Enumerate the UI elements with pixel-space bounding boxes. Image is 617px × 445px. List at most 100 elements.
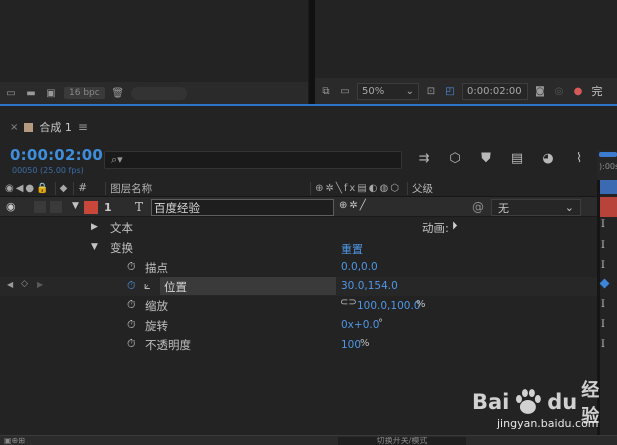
- search-icon: ⌕▾: [111, 153, 123, 166]
- project-scroll[interactable]: [130, 86, 187, 100]
- text-expand-icon[interactable]: ▶: [91, 222, 98, 232]
- watermark-brand-a: Bai: [472, 390, 510, 414]
- viewer-overflow-label[interactable]: 完: [590, 85, 604, 98]
- keyframe-nav-icon: I: [601, 319, 605, 330]
- chevron-down-icon: ⌄: [564, 201, 574, 214]
- bpc-button[interactable]: 16 bpc: [64, 87, 105, 99]
- zoom-value: 50%: [362, 85, 385, 97]
- av-switch-icons: ◉◀●🔒: [5, 182, 51, 194]
- stopwatch-active-icon[interactable]: ⏱: [127, 279, 136, 293]
- rotation-value[interactable]: 0x+0.0: [341, 319, 379, 331]
- timeline-tools: ⇉ ⬡ ⛊ ▤ ◕ ⌇: [416, 151, 587, 166]
- layer-expand-icon[interactable]: ▼: [72, 201, 79, 211]
- monitor-icon[interactable]: ▭: [338, 85, 352, 97]
- ruler-label: ):00s: [599, 162, 617, 171]
- always-preview-icon[interactable]: ⧉: [319, 85, 333, 97]
- layer-switches-icons[interactable]: ⊕✲╱: [339, 200, 368, 211]
- layer-duration-bar[interactable]: [600, 197, 617, 217]
- animate-label[interactable]: 动画:: [422, 220, 449, 236]
- draft-3d-icon[interactable]: ⬡: [447, 151, 463, 166]
- keyframe-nav-icon: I: [601, 339, 605, 350]
- stopwatch-icon[interactable]: ⏱: [127, 318, 136, 332]
- timeline-footer: [0, 435, 617, 445]
- transform-expand-icon[interactable]: ▼: [91, 242, 98, 252]
- motion-blur-icon[interactable]: ◕: [540, 151, 556, 166]
- scale-value[interactable]: 100.0,100.0: [357, 300, 420, 312]
- label-icon: ◆: [59, 182, 70, 194]
- work-area-bar[interactable]: [599, 152, 617, 157]
- column-number[interactable]: #: [78, 182, 87, 194]
- scale-unit: %: [416, 299, 426, 310]
- watermark-url: jingyan.baidu.com: [497, 417, 599, 430]
- time-indicator-track[interactable]: [600, 180, 617, 194]
- new-folder-icon[interactable]: ▬: [24, 87, 38, 99]
- viewer-timecode[interactable]: 0:00:02:00: [462, 82, 528, 100]
- chevron-down-icon: ⌄: [405, 85, 414, 97]
- transform-group-label: 变换: [110, 241, 133, 255]
- stopwatch-icon[interactable]: ⏱: [127, 260, 136, 274]
- scale-label: 缩放: [145, 299, 168, 313]
- pick-whip-icon[interactable]: @: [472, 200, 484, 214]
- keyframe-nav-icon: I: [601, 219, 605, 230]
- parent-select[interactable]: 无 ⌄: [491, 199, 581, 216]
- switches-icons: ⊕✲╲fx▤◐◍⬡: [315, 182, 401, 194]
- constrain-link-icon[interactable]: ⊂⊃: [340, 297, 357, 308]
- opacity-unit: %: [360, 338, 370, 349]
- mask-toggle-icon[interactable]: ◰: [443, 85, 457, 97]
- shy-layers-icon[interactable]: ⛊: [478, 151, 494, 166]
- prev-keyframe-icon[interactable]: ◀: [7, 280, 13, 289]
- divider: [105, 181, 107, 195]
- graph-editor-icon[interactable]: ⌇: [571, 151, 587, 166]
- graph-icon[interactable]: ⟀: [144, 279, 151, 293]
- current-time-display[interactable]: 0:00:02:00: [10, 146, 103, 164]
- anchor-value[interactable]: 0.0,0.0: [341, 261, 378, 273]
- add-keyframe-icon[interactable]: ◇: [21, 279, 28, 289]
- solo-toggle[interactable]: [50, 201, 62, 213]
- new-composition-icon[interactable]: ▣: [44, 87, 58, 99]
- parent-value: 无: [498, 201, 509, 215]
- layer-name-field[interactable]: 百度经验: [151, 199, 334, 216]
- reset-link[interactable]: 重置: [341, 241, 363, 257]
- audio-toggle[interactable]: [34, 201, 46, 213]
- panel-menu-icon[interactable]: ≡: [78, 120, 88, 134]
- layer-search-input[interactable]: ⌕▾: [104, 151, 402, 169]
- watermark-brand-b: du: [547, 390, 578, 414]
- close-icon[interactable]: ×: [10, 122, 18, 133]
- animate-play-icon[interactable]: ⏵: [452, 219, 458, 233]
- divider: [54, 181, 56, 195]
- interpret-footage-icon[interactable]: ▭: [4, 87, 18, 99]
- keyframe-nav-icon: I: [601, 260, 605, 271]
- position-label: 位置: [164, 280, 187, 294]
- column-parent[interactable]: 父级: [412, 181, 433, 196]
- keyframe-nav-icon: I: [601, 240, 605, 251]
- camera-snapshot-icon[interactable]: ◙: [533, 85, 547, 97]
- position-value[interactable]: 30.0,154.0: [341, 280, 398, 292]
- footer-icons[interactable]: ▣⊕⊞: [4, 436, 25, 445]
- show-snapshot-icon[interactable]: ◎: [552, 85, 566, 97]
- layer-label-color[interactable]: [84, 201, 98, 214]
- opacity-label: 不透明度: [145, 338, 191, 352]
- project-toolbar: ▭ ▬ ▣ 16 bpc 🗑: [0, 82, 308, 104]
- stopwatch-icon[interactable]: ⏱: [127, 337, 136, 351]
- stopwatch-icon[interactable]: ⏱: [127, 298, 136, 312]
- frame-blending-icon[interactable]: ▤: [509, 151, 525, 166]
- trash-icon[interactable]: 🗑: [111, 87, 125, 99]
- color-channel-icon[interactable]: ●: [571, 85, 585, 97]
- divider: [406, 181, 408, 195]
- keyframe-nav-icon: I: [601, 299, 605, 310]
- column-layer-name[interactable]: 图层名称: [110, 181, 152, 196]
- visibility-eye-icon[interactable]: ◉: [6, 200, 16, 213]
- next-keyframe-icon[interactable]: ▶: [37, 280, 43, 289]
- composition-color-swatch: [24, 122, 34, 132]
- tab-label[interactable]: 合成 1: [39, 119, 72, 135]
- zoom-select[interactable]: 50% ⌄: [357, 82, 419, 100]
- layer-column-header: ◉◀●🔒 ◆ # 图层名称 ⊕✲╲fx▤◐◍⬡ 父级: [0, 180, 597, 197]
- divider: [73, 181, 75, 195]
- toggle-switches-modes-button[interactable]: 切换开关/模式: [338, 437, 466, 445]
- opacity-value[interactable]: 100: [341, 339, 361, 351]
- baidu-paw-icon: [516, 389, 542, 414]
- timeline-tab[interactable]: × 合成 1 ≡: [0, 118, 88, 136]
- composition-flowchart-icon[interactable]: ⇉: [416, 151, 432, 166]
- fit-frame-icon[interactable]: ⊡: [424, 85, 438, 97]
- layer-number: 1: [104, 201, 112, 214]
